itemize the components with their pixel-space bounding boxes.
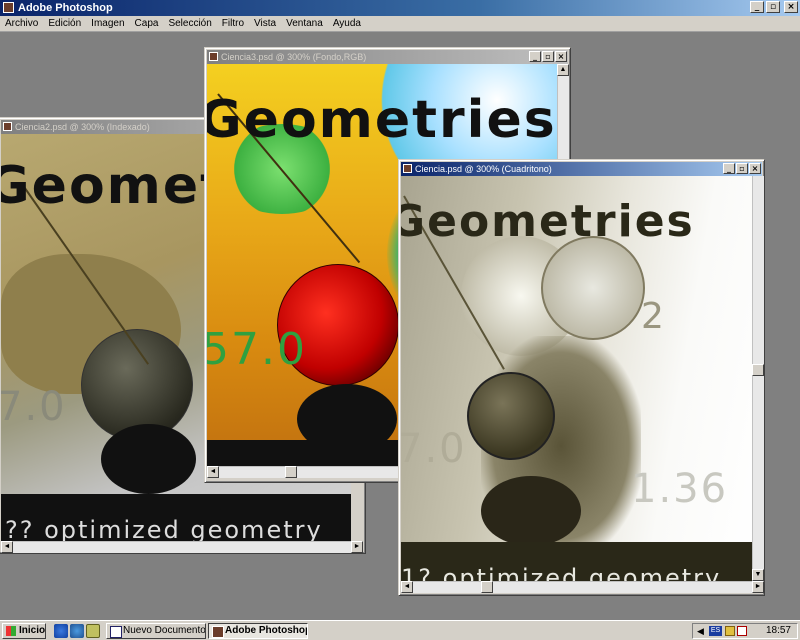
restore-button[interactable]: ▫: [766, 1, 780, 13]
close-button[interactable]: ×: [784, 1, 798, 13]
image-caption-text: 1? optimized geometry: [401, 564, 722, 581]
image-digits-text: 7.0: [1, 384, 67, 430]
start-button[interactable]: Inicio: [2, 623, 46, 639]
photoshop-icon: [212, 626, 224, 638]
image-heading-text: Geometries: [401, 196, 695, 247]
ball-shadow: [101, 424, 196, 494]
menu-seleccion[interactable]: Selección: [163, 17, 216, 31]
app-window-controls: _ ▫ ×: [750, 1, 798, 13]
horizontal-scrollbar[interactable]: ◄ ►: [401, 581, 764, 593]
menu-imagen[interactable]: Imagen: [86, 17, 129, 31]
document-window-ciencia[interactable]: Ciencia.psd @ 300% (Cuadritono) _ ▫ × Ge…: [398, 159, 765, 596]
document-title-bar[interactable]: Ciencia3.psd @ 300% (Fondo,RGB) _ ▫ ×: [207, 50, 568, 64]
task-adobe-photoshop[interactable]: Adobe Photoshop: [208, 623, 308, 639]
vertical-scrollbar[interactable]: ▼: [752, 176, 764, 581]
image-digits-text: 57.0: [207, 324, 307, 375]
document-icon: [3, 122, 12, 131]
close-button[interactable]: ×: [555, 51, 567, 62]
pendulum-ball: [467, 372, 555, 460]
maximize-button[interactable]: ▫: [542, 51, 554, 62]
volume-icon[interactable]: ◀: [697, 626, 707, 636]
image-heading-text: Geomet: [1, 156, 227, 216]
close-button[interactable]: ×: [749, 163, 761, 174]
image-caption-text: ?? optimized geometry: [5, 516, 323, 541]
menu-bar: Archivo Edición Imagen Capa Selección Fi…: [0, 16, 800, 32]
menu-vista[interactable]: Vista: [249, 17, 281, 31]
image-canvas[interactable]: Geometries 7.0 1.36 2 1? optimized geome…: [401, 176, 752, 581]
scroll-up-button[interactable]: ▲: [557, 64, 569, 76]
horizontal-scrollbar[interactable]: ◄ ►: [1, 541, 363, 553]
internet-explorer-icon[interactable]: [54, 624, 68, 638]
clock: 18:57: [765, 625, 791, 636]
scroll-thumb[interactable]: [752, 364, 764, 376]
start-label: Inicio: [19, 625, 46, 636]
scroll-right-button[interactable]: ►: [351, 541, 363, 553]
scroll-left-button[interactable]: ◄: [401, 581, 413, 593]
document-title: Ciencia2.psd @ 300% (Indexado): [15, 122, 150, 132]
taskbar: Inicio Nuevo Documento... Adobe Photosho…: [0, 620, 800, 640]
tray-app-icon[interactable]: [737, 626, 747, 636]
menu-ayuda[interactable]: Ayuda: [328, 17, 366, 31]
language-indicator[interactable]: ES: [709, 626, 722, 636]
menu-capa[interactable]: Capa: [130, 17, 164, 31]
minimize-button[interactable]: _: [723, 163, 735, 174]
menu-edicion[interactable]: Edición: [43, 17, 86, 31]
menu-ventana[interactable]: Ventana: [281, 17, 328, 31]
glass-ball: [541, 236, 645, 340]
task-label: Nuevo Documento...: [123, 625, 206, 636]
image-digits2-text: 1.36: [631, 466, 729, 512]
menu-archivo[interactable]: Archivo: [0, 17, 43, 31]
document-window-controls: _ ▫ ×: [529, 51, 567, 62]
document-icon: [209, 52, 218, 61]
task-nuevo-documento[interactable]: Nuevo Documento...: [106, 623, 206, 639]
document-title-bar[interactable]: Ciencia.psd @ 300% (Cuadritono) _ ▫ ×: [401, 162, 762, 176]
scroll-right-button[interactable]: ►: [752, 581, 764, 593]
task-label: Adobe Photoshop: [225, 625, 308, 636]
image-digits-text: 7.0: [401, 426, 467, 472]
system-tray: ◀ ES 18:57: [692, 623, 798, 639]
scroll-thumb[interactable]: [481, 581, 493, 593]
document-window-controls: _ ▫ ×: [723, 163, 761, 174]
minimize-button[interactable]: _: [750, 1, 764, 13]
image-heading-text: Geometries: [207, 90, 557, 150]
notepad-icon: [110, 626, 122, 638]
scroll-left-button[interactable]: ◄: [1, 541, 13, 553]
outlook-express-icon[interactable]: [70, 624, 84, 638]
image-digits3-text: 2: [641, 296, 666, 337]
windows-logo-icon: [6, 626, 16, 636]
maximize-button[interactable]: ▫: [736, 163, 748, 174]
photoshop-icon: [3, 2, 14, 13]
scroll-down-button[interactable]: ▼: [752, 569, 764, 581]
menu-filtro[interactable]: Filtro: [217, 17, 249, 31]
document-title: Ciencia3.psd @ 300% (Fondo,RGB): [221, 52, 367, 62]
document-title: Ciencia.psd @ 300% (Cuadritono): [415, 164, 552, 174]
app-title: Adobe Photoshop: [18, 2, 113, 14]
scroll-thumb[interactable]: [285, 466, 297, 478]
minimize-button[interactable]: _: [529, 51, 541, 62]
document-icon: [403, 164, 412, 173]
ball-shadow: [481, 476, 581, 546]
scroll-left-button[interactable]: ◄: [207, 466, 219, 478]
app-title-bar[interactable]: Adobe Photoshop _ ▫ ×: [0, 0, 800, 16]
show-desktop-icon[interactable]: [86, 624, 100, 638]
network-icon[interactable]: [725, 626, 735, 636]
